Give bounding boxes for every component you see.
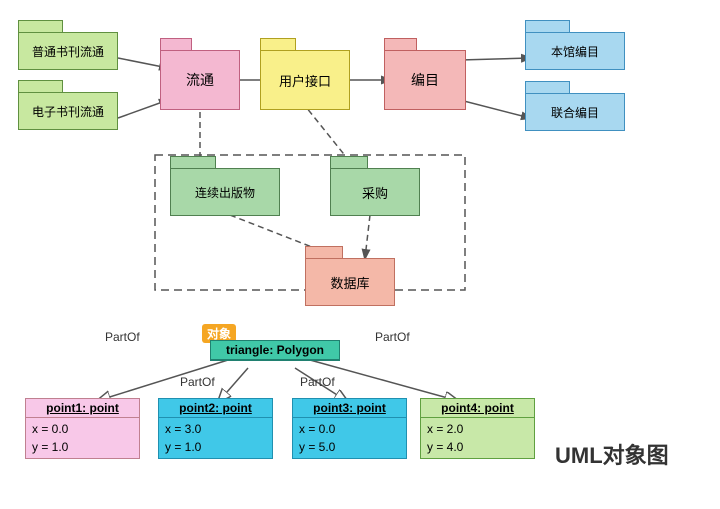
node-liutong: 流通	[160, 50, 240, 110]
node-bianmu: 编目	[384, 50, 466, 110]
node-lianxuchubanshu: 连续出版物	[170, 168, 280, 216]
node-point2: point2: point x = 3.0 y = 1.0	[158, 398, 273, 459]
node-lianhebianmu: 联合编目	[525, 93, 625, 131]
uml-title: UML对象图	[555, 438, 669, 470]
node-dianziliutong: 电子书刊流通	[18, 92, 118, 130]
partof-label-3: PartOf	[300, 375, 335, 389]
partof-label-2: PartOf	[180, 375, 215, 389]
node-point2-attrs: x = 3.0 y = 1.0	[159, 418, 272, 458]
node-point4-attrs: x = 2.0 y = 4.0	[421, 418, 534, 458]
diagram-container: 普通书刊流通 电子书刊流通 流通 用户接口 编目 本馆编目 联合编目 连续出版物…	[0, 0, 720, 509]
node-shujuku: 数据库	[305, 258, 395, 306]
partof-label-4: PartOf	[375, 330, 410, 344]
node-triangle: triangle: Polygon	[210, 340, 340, 361]
node-putongliutong: 普通书刊流通	[18, 32, 118, 70]
node-point3: point3: point x = 0.0 y = 5.0	[292, 398, 407, 459]
node-point1-attrs: x = 0.0 y = 1.0	[26, 418, 139, 458]
node-point4: point4: point x = 2.0 y = 4.0	[420, 398, 535, 459]
node-benguanbianmu: 本馆编目	[525, 32, 625, 70]
node-point3-attrs: x = 0.0 y = 5.0	[293, 418, 406, 458]
node-yonghujiekou: 用户接口	[260, 50, 350, 110]
node-point1: point1: point x = 0.0 y = 1.0	[25, 398, 140, 459]
partof-label-1: PartOf	[105, 330, 140, 344]
node-caigou: 采购	[330, 168, 420, 216]
